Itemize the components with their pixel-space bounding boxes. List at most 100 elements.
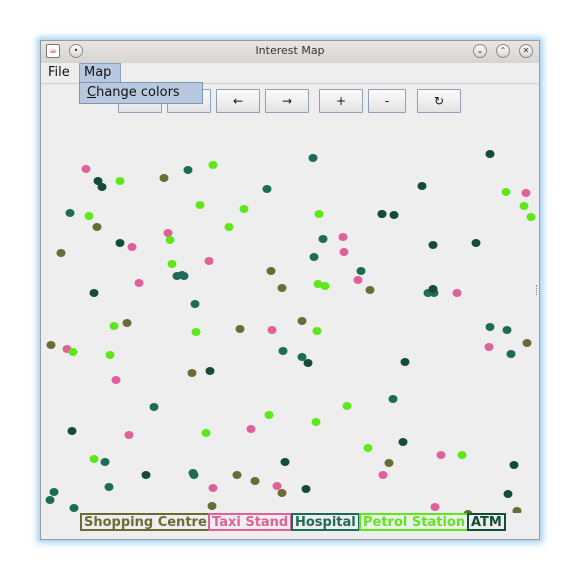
petrol-point[interactable] (208, 161, 218, 169)
close-icon[interactable]: ✕ (519, 44, 533, 58)
hospital-point[interactable] (388, 395, 398, 403)
atm-point[interactable] (471, 239, 481, 247)
petrol-point[interactable] (519, 202, 529, 210)
menu-map[interactable]: Map (79, 63, 121, 83)
resize-grip[interactable] (536, 285, 539, 295)
petrol-point[interactable] (105, 351, 115, 359)
shopping-point[interactable] (365, 286, 375, 294)
shopping-point[interactable] (232, 471, 242, 479)
shopping-point[interactable] (384, 459, 394, 467)
taxi-point[interactable] (204, 257, 214, 265)
hospital-point[interactable] (149, 403, 159, 411)
petrol-point[interactable] (89, 455, 99, 463)
atm-point[interactable] (428, 241, 438, 249)
atm-point[interactable] (417, 182, 427, 190)
taxi-point[interactable] (272, 482, 282, 490)
petrol-point[interactable] (457, 451, 467, 459)
petrol-point[interactable] (264, 411, 274, 419)
taxi-point[interactable] (521, 189, 531, 197)
hospital-point[interactable] (190, 300, 200, 308)
petrol-point[interactable] (526, 213, 536, 221)
atm-point[interactable] (141, 471, 151, 479)
atm-point[interactable] (303, 359, 313, 367)
petrol-point[interactable] (115, 177, 125, 185)
taxi-point[interactable] (452, 289, 462, 297)
shopping-point[interactable] (250, 477, 260, 485)
petrol-point[interactable] (84, 212, 94, 220)
taxi-point[interactable] (484, 343, 494, 351)
hospital-point[interactable] (297, 353, 307, 361)
hospital-point[interactable] (506, 350, 516, 358)
shopping-point[interactable] (56, 249, 66, 257)
petrol-point[interactable] (165, 236, 175, 244)
petrol-point[interactable] (342, 402, 352, 410)
taxi-point[interactable] (430, 503, 440, 511)
taxi-point[interactable] (436, 451, 446, 459)
petrol-point[interactable] (239, 205, 249, 213)
hospital-point[interactable] (49, 488, 59, 496)
hospital-point[interactable] (262, 185, 272, 193)
atm-point[interactable] (400, 358, 410, 366)
menu-item-change-colors[interactable]: Change colors (87, 85, 180, 100)
taxi-point[interactable] (111, 376, 121, 384)
shopping-point[interactable] (522, 339, 532, 347)
hospital-point[interactable] (188, 469, 198, 477)
shopping-point[interactable] (159, 174, 169, 182)
atm-point[interactable] (398, 438, 408, 446)
shopping-point[interactable] (277, 489, 287, 497)
petrol-point[interactable] (167, 260, 177, 268)
atm-point[interactable] (97, 183, 107, 191)
hospital-point[interactable] (309, 253, 319, 261)
atm-point[interactable] (503, 490, 513, 498)
taxi-point[interactable] (267, 326, 277, 334)
taxi-point[interactable] (81, 165, 91, 173)
shopping-point[interactable] (207, 502, 217, 510)
shopping-point[interactable] (92, 223, 102, 231)
minimize-icon[interactable]: ⌄ (473, 44, 487, 58)
atm-point[interactable] (205, 367, 215, 375)
petrol-point[interactable] (109, 322, 119, 330)
shopping-point[interactable] (297, 317, 307, 325)
pan-left-button[interactable]: ← (216, 89, 260, 113)
petrol-point[interactable] (363, 444, 373, 452)
atm-point[interactable] (301, 485, 311, 493)
hospital-point[interactable] (356, 267, 366, 275)
maximize-icon[interactable]: ⌃ (496, 44, 510, 58)
atm-point[interactable] (89, 289, 99, 297)
taxi-point[interactable] (246, 425, 256, 433)
hospital-point[interactable] (318, 235, 328, 243)
taxi-point[interactable] (163, 229, 173, 237)
shopping-point[interactable] (235, 325, 245, 333)
atm-point[interactable] (428, 285, 438, 293)
taxi-point[interactable] (124, 431, 134, 439)
pan-right-button[interactable]: → (265, 89, 309, 113)
petrol-point[interactable] (320, 282, 330, 290)
hospital-point[interactable] (502, 326, 512, 334)
taxi-point[interactable] (338, 233, 348, 241)
atm-point[interactable] (280, 458, 290, 466)
taxi-point[interactable] (378, 471, 388, 479)
hospital-point[interactable] (308, 154, 318, 162)
petrol-point[interactable] (311, 418, 321, 426)
atm-point[interactable] (389, 211, 399, 219)
atm-point[interactable] (485, 150, 495, 158)
shopping-point[interactable] (122, 319, 132, 327)
zoom-out-button[interactable]: - (368, 89, 406, 113)
taxi-point[interactable] (208, 484, 218, 492)
atm-point[interactable] (377, 210, 387, 218)
refresh-button[interactable]: ↻ (417, 89, 461, 113)
hospital-point[interactable] (278, 347, 288, 355)
petrol-point[interactable] (312, 327, 322, 335)
petrol-point[interactable] (195, 201, 205, 209)
petrol-point[interactable] (314, 210, 324, 218)
petrol-point[interactable] (201, 429, 211, 437)
petrol-point[interactable] (191, 328, 201, 336)
zoom-in-button[interactable]: + (319, 89, 363, 113)
hospital-point[interactable] (65, 209, 75, 217)
petrol-point[interactable] (224, 223, 234, 231)
atm-point[interactable] (67, 427, 77, 435)
taxi-point[interactable] (339, 248, 349, 256)
shopping-point[interactable] (277, 284, 287, 292)
atm-point[interactable] (509, 461, 519, 469)
hospital-point[interactable] (485, 323, 495, 331)
